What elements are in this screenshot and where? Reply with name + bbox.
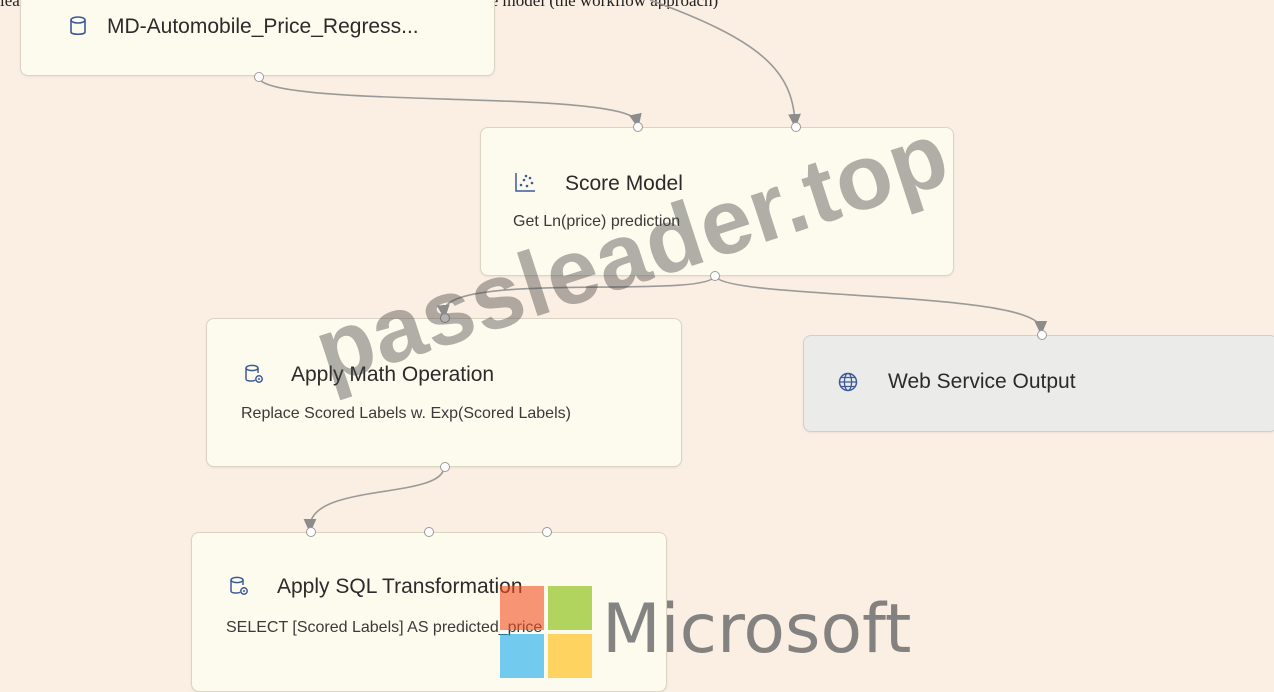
web-service-output-title: Web Service Output: [888, 370, 1076, 393]
web-service-output-input-port[interactable]: [1037, 330, 1047, 340]
apply-sql-module[interactable]: Apply SQL Transformation SELECT [Scored …: [191, 527, 667, 692]
apply-math-subtitle: Replace Scored Labels w. Exp(Scored Labe…: [241, 405, 571, 422]
apply-sql-input-port-1[interactable]: [306, 527, 316, 537]
connection-upstream-score: [649, 0, 801, 129]
module-gear-icon: [230, 576, 248, 595]
score-model-input-port-1[interactable]: [633, 122, 643, 132]
connection-math-sql: [303, 465, 445, 534]
database-icon: [70, 16, 86, 36]
dataset-title: MD-Automobile_Price_Regress...: [107, 15, 419, 38]
microsoft-logo: [500, 586, 592, 678]
apply-sql-input-port-2[interactable]: [424, 527, 434, 537]
scatter-plot-icon: [515, 173, 535, 192]
apply-sql-input-port-3[interactable]: [542, 527, 552, 537]
logo-square-blue: [500, 634, 544, 678]
apply-sql-subtitle: SELECT [Scored Labels] AS predicted_pric…: [226, 619, 543, 636]
logo-square-red: [500, 586, 544, 630]
score-model-input-port-2[interactable]: [791, 122, 801, 132]
connection-score-output: [714, 275, 1048, 336]
apply-sql-title: Apply SQL Transformation: [277, 575, 523, 598]
connection-dataset-score: [257, 75, 642, 129]
web-service-output-module[interactable]: Web Service Output: [803, 330, 1274, 432]
apply-math-output-port[interactable]: [440, 462, 450, 472]
dataset-output-port[interactable]: [254, 72, 264, 82]
logo-square-yellow: [548, 634, 592, 678]
microsoft-logo-text: Microsoft: [602, 590, 912, 669]
dataset-module[interactable]: MD-Automobile_Price_Regress...: [20, 0, 495, 82]
globe-icon: [838, 372, 858, 392]
logo-square-green: [548, 586, 592, 630]
module-gear-icon: [245, 364, 263, 383]
